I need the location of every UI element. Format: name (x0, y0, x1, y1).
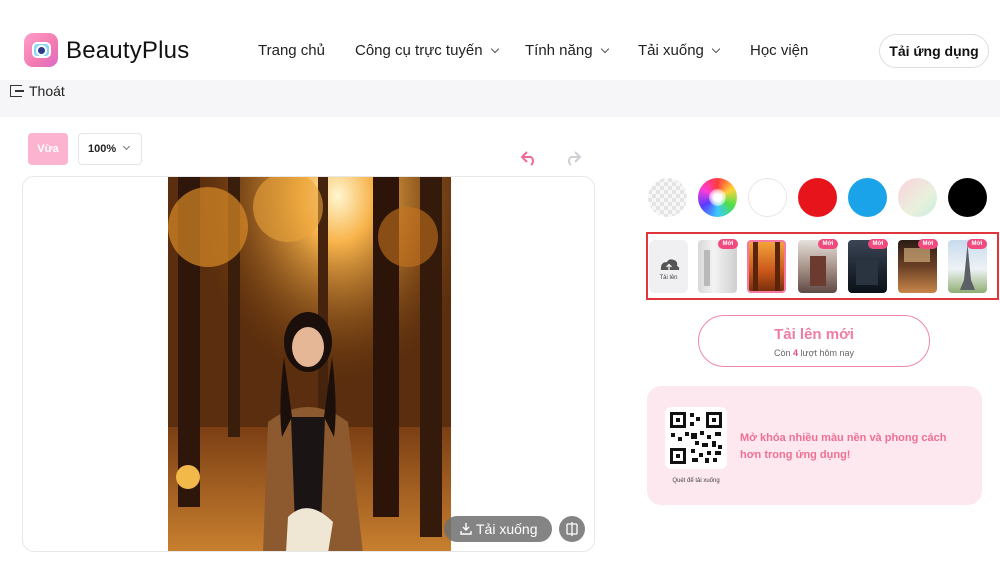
nav-online-tools[interactable]: Công cụ trực tuyến (355, 42, 499, 59)
chevron-down-icon (123, 142, 131, 151)
nav-label: Trang chủ (258, 42, 325, 59)
new-badge: Mới (868, 239, 888, 249)
nav-label: Học viện (750, 42, 809, 59)
remaining-uploads-text: Còn 4 lượt hôm nay (699, 348, 929, 358)
background-thumb-autumn-forest[interactable] (747, 240, 786, 293)
swatch-red[interactable] (798, 178, 837, 217)
get-app-button[interactable]: Tải ứng dụng (879, 34, 989, 68)
editor-canvas (22, 176, 595, 552)
zoom-select[interactable]: 100% (78, 133, 142, 165)
nav-academy[interactable]: Học viện (750, 42, 808, 59)
remaining-prefix: Còn (773, 348, 791, 358)
new-badge: Mới (967, 239, 987, 249)
download-icon (460, 523, 472, 535)
qr-caption: Quét để tải xuống (672, 478, 720, 484)
sub-bar (0, 80, 1000, 117)
remaining-count: 4 (793, 348, 799, 358)
swatch-transparent[interactable] (648, 178, 687, 217)
upload-background-button[interactable] (649, 240, 688, 293)
swatch-pastel-gradient[interactable] (898, 178, 937, 217)
fit-button[interactable]: Vừa (28, 133, 68, 165)
new-upload-button[interactable]: Tải lên mới Còn 4 lượt hôm nay (698, 315, 930, 367)
new-badge: Mới (718, 239, 738, 249)
chevron-down-icon (600, 44, 609, 54)
brand-name[interactable]: BeautyPlus (66, 37, 189, 65)
edited-photo (168, 177, 451, 551)
new-badge: Mới (818, 239, 838, 249)
nav-label: Tính năng (525, 42, 593, 59)
nav-home[interactable]: Trang chủ (258, 42, 325, 59)
new-upload-title: Tải lên mới (774, 326, 854, 343)
swatch-black[interactable] (948, 178, 987, 217)
new-badge: Mới (918, 239, 938, 249)
swatch-custom-color[interactable] (698, 178, 737, 217)
nav-features[interactable]: Tính năng (525, 42, 609, 59)
exit-arrow-icon (15, 90, 24, 92)
compare-icon (566, 522, 578, 536)
redo-icon[interactable] (564, 150, 582, 166)
upload-background-label: Tải lên (659, 275, 678, 281)
promo-text: Mở khóa nhiều màu nền và phong cách hơn … (740, 432, 947, 461)
nav-label: Công cụ trực tuyến (355, 42, 483, 59)
compare-button[interactable] (559, 516, 585, 542)
zoom-value: 100% (88, 143, 117, 155)
qr-code-box (665, 407, 727, 469)
beautyplus-logo-icon[interactable] (24, 33, 58, 67)
remaining-suffix: lượt hôm nay (800, 348, 854, 358)
autumn-forest-portrait-image (168, 177, 451, 551)
exit-button[interactable]: Thoát (29, 83, 65, 99)
swatch-white[interactable] (748, 178, 787, 217)
nav-download[interactable]: Tải xuống (638, 42, 721, 59)
swatch-blue[interactable] (848, 178, 887, 217)
nav-label: Tải xuống (638, 42, 704, 59)
qr-code-icon (670, 412, 722, 464)
chevron-down-icon (711, 44, 721, 54)
chevron-down-icon (490, 44, 499, 54)
undo-icon[interactable] (520, 150, 538, 166)
